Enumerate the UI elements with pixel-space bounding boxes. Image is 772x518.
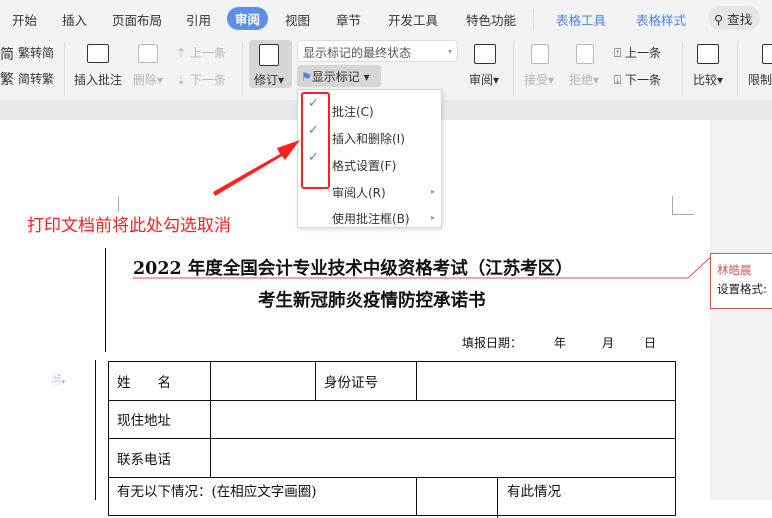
insert-comment-button[interactable]: 插入批注 bbox=[74, 71, 122, 88]
highlight-box bbox=[301, 92, 330, 189]
tab-insert[interactable]: 插入 bbox=[62, 10, 87, 29]
cell-phone-value[interactable] bbox=[210, 438, 676, 478]
trad-icon: 简 bbox=[0, 47, 14, 63]
tab-page-layout[interactable]: 页面布局 bbox=[112, 10, 162, 29]
tab-bar: 开始 插入 页面布局 引用 审阅 视图 章节 开发工具 特色功能 表格工具 表格… bbox=[0, 0, 772, 37]
submenu-arrow-icon: ▸ bbox=[430, 213, 435, 222]
menu-item-balloons[interactable]: 使用批注框(B) ▸ bbox=[298, 204, 443, 229]
cell-address-label: 现住地址 bbox=[108, 399, 211, 439]
reject-icon bbox=[576, 44, 594, 64]
cell-name-value[interactable] bbox=[210, 361, 316, 401]
reject-button[interactable]: 拒绝▾ bbox=[569, 71, 599, 88]
tab-review[interactable]: 审阅 bbox=[227, 7, 269, 30]
display-mode-select[interactable]: 显示标记的最终状态 ▾ bbox=[297, 40, 458, 62]
search-label: 查找 bbox=[727, 12, 753, 27]
paragraph-icon[interactable]: 🗎▾ bbox=[52, 371, 65, 392]
tab-home[interactable]: 开始 bbox=[12, 10, 37, 29]
restrict-icon bbox=[762, 44, 772, 64]
divider bbox=[533, 9, 534, 29]
compare-icon bbox=[697, 44, 719, 64]
track-changes-button[interactable]: 修订▾ bbox=[249, 40, 292, 88]
simp-to-trad-button[interactable]: 简转繁 bbox=[18, 70, 54, 87]
doc-title-line2: 考生新冠肺炎疫情防控承诺书 bbox=[258, 291, 486, 311]
cell-id-label: 身份证号 bbox=[315, 361, 417, 401]
review-button[interactable]: 审阅▾ bbox=[469, 71, 499, 88]
tab-special[interactable]: 特色功能 bbox=[466, 10, 516, 29]
comment-author: 林皓晨 bbox=[717, 263, 752, 277]
restrict-button[interactable]: 限制 bbox=[748, 71, 772, 88]
track-changes-icon bbox=[259, 44, 279, 66]
tab-references[interactable]: 引用 bbox=[186, 10, 211, 29]
cell-address-value[interactable] bbox=[210, 399, 676, 439]
review-pane-icon bbox=[474, 44, 496, 64]
margin-line bbox=[105, 248, 106, 352]
tab-developer[interactable]: 开发工具 bbox=[388, 10, 438, 29]
comment-pane bbox=[710, 120, 772, 500]
show-markup-button[interactable]: ⚑显示标记 ▾ bbox=[297, 65, 381, 87]
trad-to-simp-button[interactable]: 繁转简 bbox=[18, 44, 54, 61]
cell-conditions: 有无以下情况：(在相应文字画圈) bbox=[108, 476, 417, 516]
cell-phone-label: 联系电话 bbox=[108, 438, 211, 478]
annotation-text: 打印文档前将此处勾选取消 bbox=[27, 216, 231, 236]
delete-comment-icon bbox=[138, 44, 158, 63]
prev-change-button[interactable]: ⍐ 上一条 bbox=[614, 44, 661, 61]
cell-has-case: 有此情况 bbox=[507, 483, 561, 500]
search-icon: ⚲ bbox=[714, 12, 724, 27]
tab-table-tools[interactable]: 表格工具 bbox=[556, 10, 606, 29]
prev-comment-button[interactable]: ⇡ 上一条 bbox=[176, 44, 226, 61]
date-line: 填报日期：年月日 bbox=[462, 336, 657, 350]
delete-button[interactable]: 删除▾ bbox=[133, 71, 163, 88]
simp-icon: 繁 bbox=[0, 72, 14, 88]
comment-connector bbox=[133, 252, 716, 279]
info-table: 姓 名 身份证号 现住地址 联系电话 有无以下情况：(在相应文字画圈) 有此情况 bbox=[108, 361, 676, 518]
search-button[interactable]: ⚲ 查找 bbox=[708, 6, 760, 30]
cell-id-value[interactable] bbox=[416, 361, 676, 401]
insert-comment-icon bbox=[87, 44, 109, 63]
submenu-arrow-icon: ▸ bbox=[430, 187, 435, 196]
tab-chapter[interactable]: 章节 bbox=[336, 10, 361, 29]
accept-button[interactable]: 接受▾ bbox=[524, 71, 554, 88]
comment-text: 设置格式: bbox=[717, 282, 767, 296]
flag-icon: ⚑ bbox=[301, 70, 312, 84]
accept-icon bbox=[531, 44, 549, 64]
tab-view[interactable]: 视图 bbox=[285, 10, 310, 29]
compare-button[interactable]: 比较▾ bbox=[693, 71, 723, 88]
comment-balloon[interactable]: 林皓晨 设置格式: bbox=[710, 253, 772, 309]
cell-name-label: 姓 名 bbox=[108, 361, 211, 401]
next-comment-button[interactable]: ⇣ 下一条 bbox=[176, 71, 226, 88]
next-change-button[interactable]: ⍗ 下一条 bbox=[614, 71, 661, 88]
arrow-annotation-icon bbox=[213, 140, 300, 196]
tab-table-style[interactable]: 表格样式 bbox=[636, 10, 686, 29]
